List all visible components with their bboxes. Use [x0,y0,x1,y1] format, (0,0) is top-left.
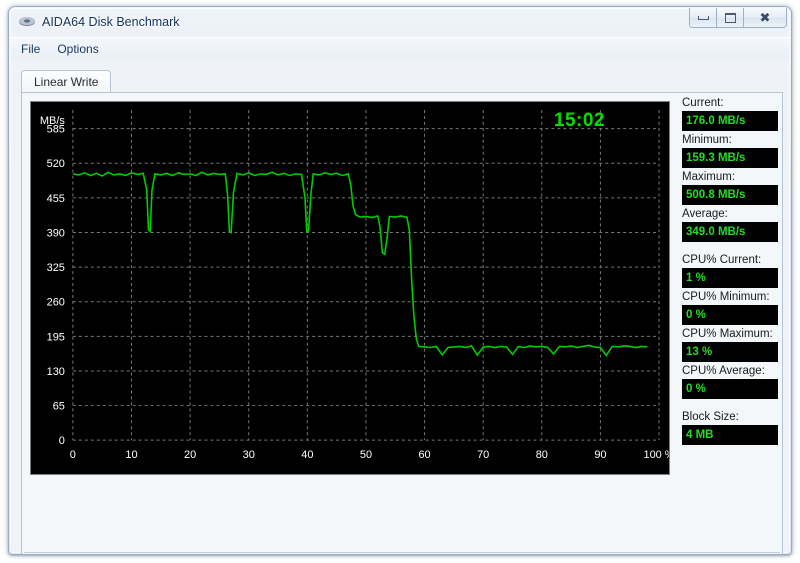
tab-strip: Linear Write [21,70,783,93]
stat-current: Current: 176.0 MB/s [682,97,778,131]
maximize-icon [724,12,736,23]
chart-canvas: MB/s0651301952603253904555205850 10 20 30 40… [40,109,669,461]
stat-minimum: Minimum: 159.3 MB/s [682,134,778,168]
svg-text:520: 520 [47,158,65,170]
disk-icon [18,15,36,30]
stats-sidebar: Current: 176.0 MB/s Minimum: 159.3 MB/s … [682,97,778,448]
minimize-button[interactable] [689,8,717,28]
svg-text:0: 0 [59,435,65,447]
tab-panel-linear-write: MB/s 0 65 130 195 260 325 390 455 520 585 0 10 20 30 40… [21,92,783,554]
svg-text:10: 10 [125,449,137,461]
stat-label: Average: [682,208,728,220]
divider [24,552,780,553]
svg-text:50: 50 [360,449,372,461]
svg-text:40: 40 [301,449,313,461]
title-bar[interactable]: AIDA64 Disk Benchmark ✖ [9,7,791,37]
stat-label: CPU% Current: [682,254,762,266]
stat-label: Minimum: [682,134,732,146]
svg-text:20: 20 [184,449,196,461]
minimize-icon [697,15,709,20]
stat-average: Average: 349.0 MB/s [682,208,778,242]
stat-cpu-average: CPU% Average: 0 % [682,365,778,399]
stat-value: 159.3 MB/s [682,148,778,168]
svg-text:390: 390 [47,227,65,239]
stat-value: 349.0 MB/s [682,222,778,242]
stat-cpu-minimum: CPU% Minimum: 0 % [682,291,778,325]
svg-text:65: 65 [53,401,65,413]
menu-bar: File Options [11,37,789,59]
menu-item-options[interactable]: Options [57,40,107,58]
stat-cpu-current: CPU% Current: 1 % [682,254,778,288]
stat-value: 4 MB [682,425,778,445]
svg-text:455: 455 [47,193,65,205]
maximize-button[interactable] [716,8,744,28]
application-window: AIDA64 Disk Benchmark ✖ File Options Lin… [8,6,792,555]
svg-text:100 %: 100 % [644,449,669,461]
app-root: AIDA64 Disk Benchmark ✖ File Options Lin… [0,0,800,563]
stat-block-size: Block Size: 4 MB [682,411,778,445]
stat-value: 13 % [682,342,778,362]
client-area: Linear Write MB/s 0 65 130 195 260 325 390 455 52… [11,59,789,554]
elapsed-timer: 15:02 [553,110,605,131]
menu-item-file[interactable]: File [21,40,49,58]
stat-label: Block Size: [682,411,739,423]
svg-text:30: 30 [243,449,255,461]
svg-text:0: 0 [70,449,76,461]
stat-label: CPU% Minimum: [682,291,770,303]
tab-label: Linear Write [34,75,99,89]
stat-value: 176.0 MB/s [682,111,778,131]
stat-label: Maximum: [682,171,736,183]
svg-text:260: 260 [47,297,65,309]
svg-text:90: 90 [594,449,606,461]
close-button[interactable]: ✖ [743,8,787,28]
stat-label: CPU% Maximum: [682,328,773,340]
svg-text:130: 130 [47,366,65,378]
benchmark-chart: MB/s 0 65 130 195 260 325 390 455 520 585 0 10 20 30 40… [30,101,670,475]
stat-value: 500.8 MB/s [682,185,778,205]
window-title: AIDA64 Disk Benchmark [42,15,180,29]
svg-text:325: 325 [47,262,65,274]
stat-value: 0 % [682,379,778,399]
svg-text:195: 195 [47,331,65,343]
stat-label: CPU% Average: [682,365,765,377]
window-controls: ✖ [689,8,787,28]
svg-text:70: 70 [477,449,489,461]
svg-text:585: 585 [47,124,65,136]
stat-value: 0 % [682,305,778,325]
tab-linear-write[interactable]: Linear Write [21,70,112,93]
svg-text:60: 60 [418,449,430,461]
stat-cpu-maximum: CPU% Maximum: 13 % [682,328,778,362]
stat-maximum: Maximum: 500.8 MB/s [682,171,778,205]
stat-label: Current: [682,97,724,109]
svg-text:80: 80 [536,449,548,461]
close-icon: ✖ [759,10,771,25]
stat-value: 1 % [682,268,778,288]
